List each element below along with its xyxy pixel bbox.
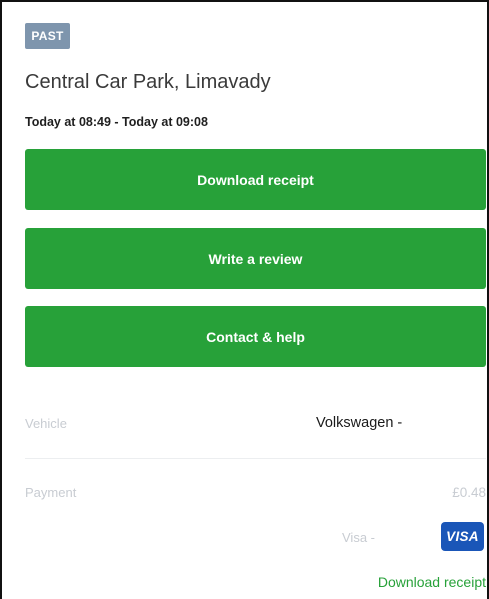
vehicle-label: Vehicle (25, 416, 67, 431)
payment-label: Payment (25, 485, 77, 500)
location-title: Central Car Park, Limavady (25, 71, 271, 93)
status-badge: PAST (25, 23, 70, 49)
write-review-button[interactable]: Write a review (25, 228, 486, 289)
visa-card-icon: VISA (441, 522, 484, 551)
download-receipt-button[interactable]: Download receipt (25, 149, 486, 210)
payment-amount: £0.48 (452, 485, 486, 500)
write-review-button-label: Write a review (208, 250, 303, 267)
contact-help-button[interactable]: Contact & help (25, 306, 486, 367)
card-text: Visa - (342, 530, 375, 545)
details-divider (25, 458, 486, 459)
vehicle-value: Volkswagen - (316, 415, 403, 431)
download-receipt-button-label: Download receipt (197, 171, 314, 188)
contact-help-button-label: Contact & help (206, 328, 305, 345)
download-receipt-link[interactable]: Download receipt (378, 574, 486, 590)
booking-time-range: Today at 08:49 - Today at 09:08 (25, 115, 208, 129)
